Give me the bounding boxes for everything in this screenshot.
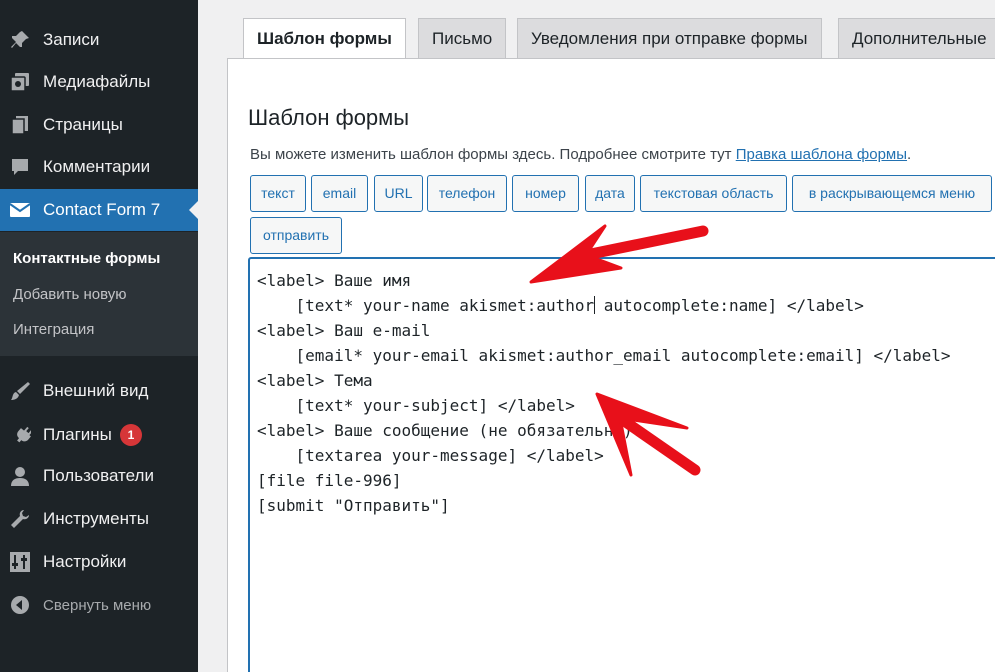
form-template-code[interactable]: <label> Ваше имя [text* your-name akisme… [257,268,951,518]
code-line: [file file-996] [257,471,402,490]
tag-button-dropdown[interactable]: в раскрывающемся меню [792,175,992,212]
tag-button-date[interactable]: дата [585,175,635,212]
code-line: <label> Ваше имя [257,271,412,290]
form-template-panel: Шаблон формы Вы можете изменить шаблон ф… [227,58,995,672]
sidebar-item-media[interactable]: Медиафайлы [0,61,198,103]
sidebar-item-plugins[interactable]: Плагины 1 [0,413,198,455]
sidebar-item-appearance[interactable]: Внешний вид [0,370,198,412]
code-line: [textarea your-message] </label> [257,446,604,465]
submenu-item-add-new[interactable]: Добавить новую [13,286,126,304]
collapse-menu-button[interactable]: Свернуть меню [0,584,198,626]
tag-button-submit[interactable]: отправить [250,217,342,254]
submenu-item-contact-forms[interactable]: Контактные формы [13,250,160,268]
sidebar-item-contact-form-7[interactable]: Contact Form 7 [0,189,198,231]
submenu-item-integration[interactable]: Интеграция [13,321,94,339]
sidebar-item-label: Инструменты [43,509,150,528]
code-line: <label> Ваше сообщение (не обязательно) [257,421,633,440]
pin-icon [11,31,29,48]
sidebar-item-label: Записи [43,30,100,49]
sidebar-item-label: Медиафайлы [43,72,151,91]
tag-button-text[interactable]: текст [250,175,306,212]
tab-form-template[interactable]: Шаблон формы [243,18,406,59]
sidebar-item-label: Contact Form 7 [43,200,161,219]
tag-button-url[interactable]: URL [374,175,423,212]
envelope-icon [9,203,31,217]
settings-icon [10,552,30,572]
sidebar-item-label: Пользователи [43,466,154,485]
sidebar-item-comments[interactable]: Комментарии [0,146,198,188]
edit-template-link[interactable]: Правка шаблона формы [736,146,907,163]
sidebar-item-label: Комментарии [43,157,151,176]
users-icon [11,467,29,486]
panel-title: Шаблон формы [248,105,410,130]
panel-description: Вы можете изменить шаблон формы здесь. П… [250,146,912,163]
pages-icon [11,116,28,135]
wrench-icon [11,510,29,528]
code-line: [text* your-subject] </label> [257,396,575,415]
sidebar-item-posts[interactable]: Записи [0,19,198,61]
main-content: Шаблон формы Письмо Уведомления при отпр… [198,0,995,672]
tab-submission-messages[interactable]: Уведомления при отправке формы [517,18,822,58]
code-line: [submit "Отправить"] [257,496,450,515]
sidebar-item-label: Страницы [43,115,123,134]
tab-additional-settings[interactable]: Дополнительные [838,18,995,58]
sidebar-item-label: Плагины 1 [43,424,142,446]
sidebar-item-label: Настройки [43,552,127,571]
plugin-icon [17,426,31,443]
tag-button-number[interactable]: номер [512,175,579,212]
sidebar-item-tools[interactable]: Инструменты [0,498,198,540]
tag-button-email[interactable]: email [311,175,368,212]
tag-button-textarea[interactable]: текстовая область [640,175,787,212]
admin-sidebar: Записи Медиафайлы Страницы Комментарии C… [0,0,198,672]
sidebar-item-label: Внешний вид [43,381,149,400]
code-line: <label> Тема [257,371,373,390]
collapse-arrow-icon [11,596,29,614]
collapse-menu-label: Свернуть меню [43,597,152,614]
sidebar-item-pages[interactable]: Страницы [0,104,198,146]
sidebar-item-settings[interactable]: Настройки [0,541,198,583]
code-line: <label> Ваш e-mail [257,321,431,340]
form-template-editor[interactable]: <label> Ваше имя [text* your-name akisme… [248,257,995,672]
tab-mail[interactable]: Письмо [418,18,507,58]
sidebar-item-users[interactable]: Пользователи [0,455,198,497]
brush-icon [11,382,30,400]
plugin-update-badge: 1 [119,424,142,446]
sidebar-submenu: Контактные формы Добавить новую Интеграц… [0,232,198,356]
code-line: [text* your-name akismet:author autocomp… [257,296,864,315]
tag-button-phone[interactable]: телефон [427,175,507,212]
code-line: [email* your-email akismet:author_email … [257,346,951,365]
media-icon [10,73,29,92]
comments-icon [12,159,28,175]
